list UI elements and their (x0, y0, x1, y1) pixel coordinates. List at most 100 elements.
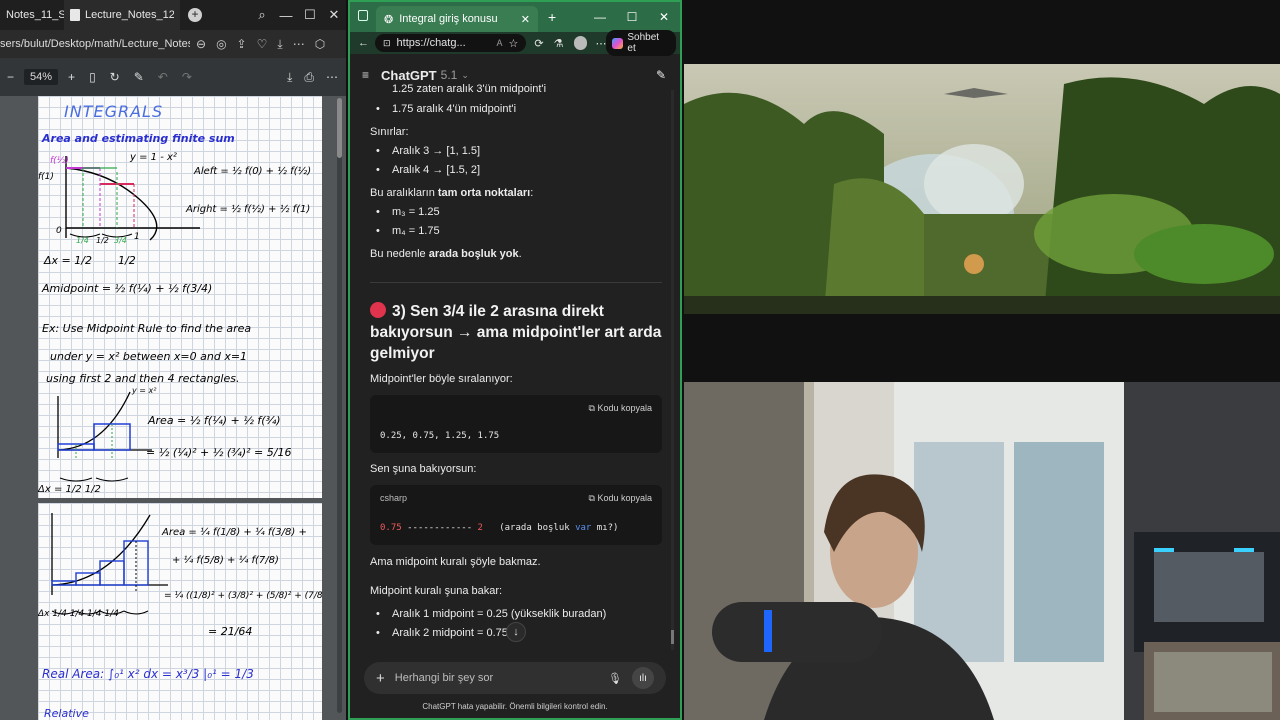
section-divider (370, 282, 662, 283)
address-field[interactable]: sers/bulut/Desktop/math/Lecture_Notes_10… (0, 38, 190, 50)
copilot-chat-button[interactable]: Sohbet et (606, 30, 676, 56)
document-icon (70, 9, 80, 21)
notes-x0: 0 (56, 226, 62, 236)
read-aloud-icon[interactable]: A (497, 38, 503, 48)
webcam-image (684, 382, 1280, 720)
refresh-icon[interactable]: ⟳ (534, 37, 543, 50)
search-icon[interactable]: ⌕ (250, 7, 274, 23)
text-fragment: Bu aralıkların (370, 187, 438, 199)
copy-code-button[interactable]: ⧉ Kodu kopyala (589, 493, 652, 504)
chat-scrollbar[interactable] (671, 90, 674, 650)
close-tab-icon[interactable]: ✕ (521, 13, 530, 26)
chat-scroll-thumb[interactable] (671, 630, 674, 644)
notes-dx2: Δx = 1/2 1/2 (38, 484, 101, 495)
minimize-icon[interactable]: — (584, 10, 616, 24)
maximize-icon[interactable]: ☐ (616, 10, 648, 24)
copy-code-button[interactable]: ⧉ Kodu kopyala (589, 403, 652, 414)
zoom-level[interactable]: 54% (24, 69, 59, 85)
code-text: 0.25, 0.75, 1.25, 1.75 (380, 431, 500, 441)
tab-chatgpt[interactable]: ❂ Integral giriş konusu ✕ (376, 6, 538, 32)
list-item: m₄ = 1.75 (370, 222, 662, 241)
share-icon[interactable]: ⇪ (237, 37, 247, 52)
reason-text: Bu nedenle arada boşluk yok. (370, 245, 662, 264)
tab-lecture-notes-12[interactable]: Lecture_Notes_12_Section (64, 0, 180, 30)
zoom-icon[interactable]: ⊖ (196, 37, 206, 52)
notes-ex3: using first 2 and then 4 rectangles. (46, 372, 240, 385)
edge-window: ❂ Integral giriş konusu ✕ + — ☐ ✕ ← ⊡ ht… (348, 0, 682, 720)
mid-list: m₃ = 1.25 m₄ = 1.75 (370, 203, 662, 241)
site-info-icon[interactable]: ⊡ (383, 38, 391, 49)
download-icon[interactable]: ⤓ (277, 37, 282, 52)
chat-composer[interactable]: + Herhangi bir şey sor 🎙︎ ılı (364, 662, 666, 694)
maximize-icon[interactable]: ☐ (298, 7, 322, 23)
attach-plus-icon[interactable]: + (376, 670, 385, 687)
chatgpt-favicon-icon: ❂ (384, 13, 394, 26)
page-view-icon[interactable]: ▯ (82, 70, 103, 84)
notes-page-1: INTEGRALS Area and estimating finite sum… (38, 96, 322, 498)
save-icon[interactable]: ⤓ (287, 70, 292, 85)
minimize-icon[interactable]: — (274, 8, 298, 23)
read-aloud-icon[interactable]: ◎ (216, 37, 226, 52)
more-icon[interactable]: ⋯ (595, 37, 606, 50)
close-icon[interactable]: ✕ (322, 7, 346, 23)
extensions-icon[interactable]: ⬡ (315, 37, 325, 52)
copy-label: Kodu kopyala (597, 403, 652, 413)
tab-actions-icon[interactable] (358, 10, 368, 21)
new-tab-icon[interactable]: + (548, 9, 556, 25)
video-player[interactable] (684, 64, 1280, 314)
composer-input[interactable]: Herhangi bir şey sor (395, 672, 598, 684)
more-icon[interactable]: ⋯ (293, 37, 305, 52)
notes-area5: = ¼ ((1/8)² + (3/8)² + (5/8)² + (7/8)²) (164, 591, 322, 601)
code-comment: (arada boşluk (482, 523, 576, 533)
notes-dx: Δx = 1/2 (44, 254, 92, 267)
notes-real-area: Real Area: ∫₀¹ x² dx = x³/3 |₀¹ = 1/3 (42, 667, 254, 681)
settings-icon[interactable]: ⋯ (326, 70, 338, 85)
tab-title: Integral giriş konusu (399, 13, 498, 25)
notes-x34: 3/4 (114, 236, 127, 245)
list-item: 1.75 aralık 4'ün midpoint'i (370, 100, 662, 119)
window-controls: ⌕ — ☐ ✕ (250, 7, 346, 23)
favorite-icon[interactable]: ♡ (257, 37, 268, 52)
limits-list: Aralık 3 → [1, 1.5] Aralık 4 → [1.5, 2] (370, 142, 662, 180)
redo-icon[interactable]: ↷ (175, 70, 199, 84)
copilot-icon (612, 37, 624, 49)
jungle-scene-image (684, 64, 1280, 314)
favorite-icon[interactable]: ☆ (509, 37, 519, 50)
zoom-in-icon[interactable]: + (61, 70, 82, 84)
heading-text: 3) Sen 3/4 ile 2 arasına direkt bakıyors… (370, 303, 662, 362)
notes-x1: 1 (134, 232, 140, 242)
pdf-scroll-thumb[interactable] (337, 98, 342, 158)
bullet-list-top: 1.75 aralık 4'ün midpoint'i (370, 100, 662, 119)
scroll-down-icon[interactable]: ↓ (506, 622, 526, 642)
sidebar-toggle-icon[interactable]: ≡ (362, 68, 369, 82)
code-comment: mı?) (591, 523, 619, 533)
extensions-icon[interactable]: ⚗ (554, 37, 564, 50)
edge-window-controls: — ☐ ✕ (584, 10, 680, 24)
close-icon[interactable]: ✕ (648, 10, 680, 24)
new-tab-icon[interactable]: + (188, 8, 202, 22)
zoom-out-icon[interactable]: − (0, 70, 21, 84)
rotate-icon[interactable]: ↻ (103, 70, 127, 84)
microphone-icon[interactable]: 🎙︎ (608, 672, 622, 685)
chat-message: 1.25 zaten aralık 3'ün midpoint'i 1.75 a… (370, 78, 662, 643)
url-text: https://chatg... (396, 37, 466, 49)
draw-icon[interactable]: ✎ (127, 70, 151, 84)
webcam-feed (684, 382, 1280, 720)
url-field[interactable]: ⊡ https://chatg... A ☆ (375, 34, 527, 52)
pdf-tab-bar: Notes_11_Section Lecture_Notes_12_Sectio… (0, 0, 346, 30)
notes-amid: Amidpoint = ½ f(¼) + ½ f(3/4) (42, 282, 213, 295)
back-icon[interactable]: ← (358, 37, 369, 49)
bold-fragment: tam orta noktaları (437, 187, 531, 199)
list-item: Aralık 4 → [1.5, 2] (370, 161, 662, 180)
list-item: m₃ = 1.25 (370, 203, 662, 222)
voice-mode-icon[interactable]: ılı (632, 667, 654, 689)
print-icon[interactable]: ⎙ (304, 70, 314, 85)
undo-icon[interactable]: ↶ (151, 70, 175, 84)
code-number: 0.75 (380, 523, 402, 533)
profile-avatar[interactable] (573, 36, 588, 50)
disclaimer-text: ChatGPT hata yapabilir. Önemli bilgileri… (422, 702, 608, 711)
tab-lecture-notes-11[interactable]: Notes_11_Section (0, 0, 64, 30)
notes-x12: 1/2 (96, 236, 109, 245)
pdf-scrollbar[interactable] (337, 98, 342, 713)
notes-dx-half: 1/2 (118, 254, 136, 267)
